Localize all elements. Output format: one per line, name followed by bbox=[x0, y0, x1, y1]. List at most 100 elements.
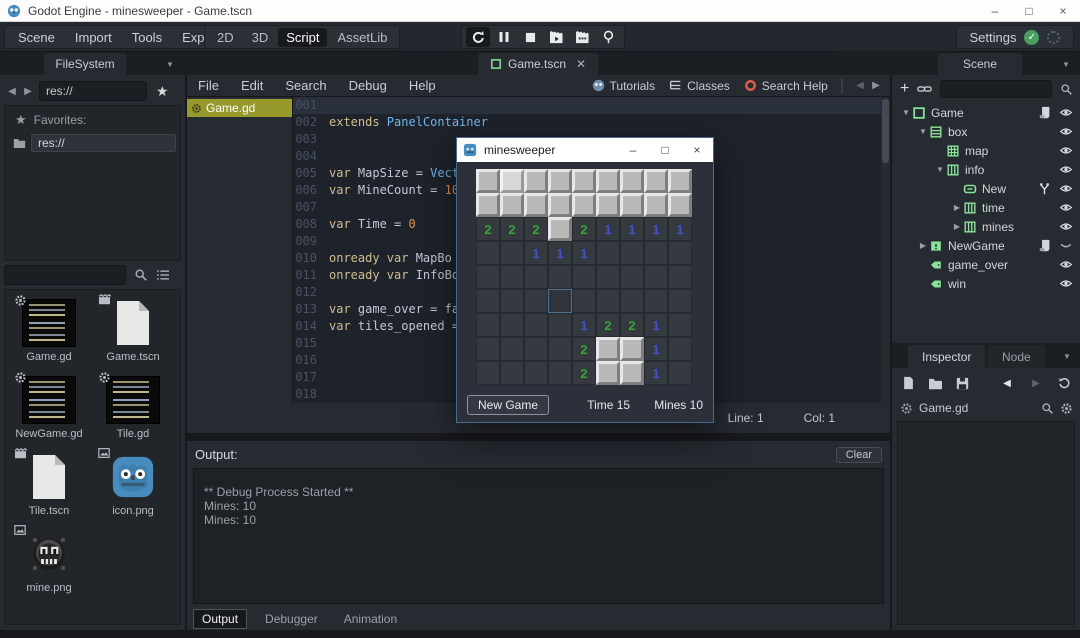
scene-tree-row-mines[interactable]: ▶ mines bbox=[892, 217, 1080, 236]
remote-debug-button[interactable] bbox=[596, 27, 620, 47]
tab-node[interactable]: Node bbox=[988, 345, 1045, 368]
tile-opened-empty[interactable] bbox=[548, 337, 572, 361]
bottom-tab-debugger[interactable]: Debugger bbox=[257, 610, 326, 628]
tile-opened-empty[interactable] bbox=[500, 313, 524, 337]
tab-scene-file[interactable]: Game.tscn ✕ bbox=[478, 53, 598, 75]
menu-import[interactable]: Import bbox=[66, 28, 121, 47]
tile-unopened[interactable] bbox=[596, 193, 620, 217]
script-back-icon[interactable]: ◀ bbox=[852, 80, 868, 91]
tile-opened-empty[interactable] bbox=[644, 265, 668, 289]
inspector-search-icon[interactable] bbox=[1041, 402, 1054, 415]
tile-opened-empty[interactable] bbox=[524, 361, 548, 385]
expand-arrow-icon[interactable]: ▼ bbox=[917, 127, 929, 136]
scene-tree-row-info[interactable]: ▼ info bbox=[892, 160, 1080, 179]
clear-button[interactable]: Clear bbox=[836, 447, 882, 463]
visibility-eye-icon[interactable] bbox=[1059, 277, 1073, 290]
bottom-tab-animation[interactable]: Animation bbox=[336, 610, 405, 628]
tile-unopened[interactable] bbox=[548, 169, 572, 193]
script-list-item[interactable]: Game.gd bbox=[187, 99, 292, 117]
scene-tree-row-box[interactable]: ▼ box bbox=[892, 122, 1080, 141]
tile-number-2[interactable]: 2 bbox=[620, 313, 644, 337]
stop-button[interactable] bbox=[518, 27, 542, 47]
tile-opened-empty[interactable] bbox=[668, 313, 692, 337]
tile-opened-empty[interactable] bbox=[572, 265, 596, 289]
tutorials-button[interactable]: Tutorials bbox=[592, 79, 656, 93]
tile-unopened[interactable] bbox=[524, 193, 548, 217]
tile-opened-empty[interactable] bbox=[668, 361, 692, 385]
tab-scene-dock[interactable]: Scene bbox=[938, 53, 1022, 75]
scene-tree-row-game_over[interactable]: game_over bbox=[892, 255, 1080, 274]
tile-unopened[interactable] bbox=[548, 193, 572, 217]
tile-unopened[interactable] bbox=[548, 217, 572, 241]
tile-unopened[interactable] bbox=[476, 169, 500, 193]
tile-opened-empty[interactable] bbox=[644, 241, 668, 265]
tile-opened-empty[interactable] bbox=[500, 337, 524, 361]
scene-tree-row-new[interactable]: New bbox=[892, 179, 1080, 198]
inspector-forward-icon[interactable]: ▶ bbox=[1028, 378, 1044, 389]
script-menu-search[interactable]: Search bbox=[274, 78, 337, 93]
scene-filter-input[interactable] bbox=[940, 80, 1052, 98]
tile-opened-empty[interactable] bbox=[572, 289, 596, 313]
tile-unopened[interactable] bbox=[668, 193, 692, 217]
search-icon[interactable] bbox=[134, 268, 148, 282]
tile-opened-empty[interactable] bbox=[668, 265, 692, 289]
attached-script-icon[interactable] bbox=[1038, 106, 1051, 119]
file-item[interactable]: Game.tscn bbox=[91, 298, 175, 363]
path-input[interactable]: res:// bbox=[39, 81, 147, 101]
tile-opened-empty[interactable] bbox=[548, 265, 572, 289]
expand-arrow-icon[interactable]: ▶ bbox=[951, 222, 963, 231]
instance-scene-link-icon[interactable] bbox=[917, 83, 932, 95]
tile-number-2[interactable]: 2 bbox=[524, 217, 548, 241]
signal-connection-icon[interactable] bbox=[1038, 182, 1051, 195]
tile-opened-empty[interactable] bbox=[476, 289, 500, 313]
filesystem-menu-arrow-icon[interactable]: ▼ bbox=[166, 60, 174, 69]
scene-tree-row-win[interactable]: win bbox=[892, 274, 1080, 293]
pause-button[interactable] bbox=[492, 27, 516, 47]
workspace-2d[interactable]: 2D bbox=[209, 28, 242, 47]
tile-opened-empty[interactable] bbox=[500, 361, 524, 385]
tile-number-1[interactable]: 1 bbox=[596, 217, 620, 241]
tile-number-1[interactable]: 1 bbox=[644, 217, 668, 241]
tile-number-2[interactable]: 2 bbox=[596, 313, 620, 337]
expand-arrow-icon[interactable]: ▼ bbox=[900, 108, 912, 117]
visibility-eye-icon[interactable] bbox=[1059, 144, 1073, 157]
tab-inspector[interactable]: Inspector bbox=[908, 345, 985, 368]
history-icon[interactable] bbox=[1057, 376, 1071, 390]
scene-tree-row-newgame[interactable]: ▶ NewGame bbox=[892, 236, 1080, 255]
scene-tree-row-game[interactable]: ▼ Game bbox=[892, 103, 1080, 122]
minesweeper-grid[interactable]: 2222111111112212121 bbox=[476, 169, 692, 385]
tile-opened-empty[interactable] bbox=[500, 289, 524, 313]
menu-tools[interactable]: Tools bbox=[123, 28, 171, 47]
tile-number-1[interactable]: 1 bbox=[572, 313, 596, 337]
tile-unopened[interactable] bbox=[500, 193, 524, 217]
tile-opened-empty[interactable] bbox=[476, 313, 500, 337]
script-menu-file[interactable]: File bbox=[187, 78, 230, 93]
tile-opened-empty[interactable] bbox=[524, 337, 548, 361]
inspector-back-icon[interactable]: ◀ bbox=[999, 378, 1015, 389]
file-item[interactable]: Game.gd bbox=[7, 298, 91, 363]
tile-unopened[interactable] bbox=[644, 193, 668, 217]
workspace-script[interactable]: Script bbox=[278, 28, 327, 47]
tile-unopened[interactable] bbox=[596, 337, 620, 361]
tile-number-1[interactable]: 1 bbox=[572, 241, 596, 265]
expand-arrow-icon[interactable]: ▶ bbox=[951, 203, 963, 212]
visibility-eye-icon[interactable] bbox=[1059, 258, 1073, 271]
new-game-button[interactable]: New Game bbox=[467, 395, 549, 415]
new-resource-icon[interactable] bbox=[902, 376, 915, 390]
file-item[interactable]: Tile.tscn bbox=[7, 452, 91, 517]
bottom-tab-output[interactable]: Output bbox=[193, 609, 247, 629]
tile-opened-empty[interactable] bbox=[596, 241, 620, 265]
close-button[interactable]: × bbox=[1046, 0, 1080, 22]
script-menu-debug[interactable]: Debug bbox=[338, 78, 398, 93]
search-help-button[interactable]: Search Help bbox=[744, 79, 828, 93]
filesystem-search-input[interactable] bbox=[4, 265, 126, 285]
tab-close-icon[interactable]: ✕ bbox=[576, 57, 586, 71]
minesweeper-titlebar[interactable]: minesweeper – □ × bbox=[457, 138, 713, 162]
tile-unopened[interactable] bbox=[620, 169, 644, 193]
tile-hovered[interactable] bbox=[548, 289, 572, 313]
tile-opened-empty[interactable] bbox=[476, 361, 500, 385]
tile-unopened[interactable] bbox=[596, 361, 620, 385]
file-item[interactable]: icon.png bbox=[91, 452, 175, 517]
tile-opened-empty[interactable] bbox=[620, 241, 644, 265]
play-custom-scene-button[interactable] bbox=[570, 27, 594, 47]
